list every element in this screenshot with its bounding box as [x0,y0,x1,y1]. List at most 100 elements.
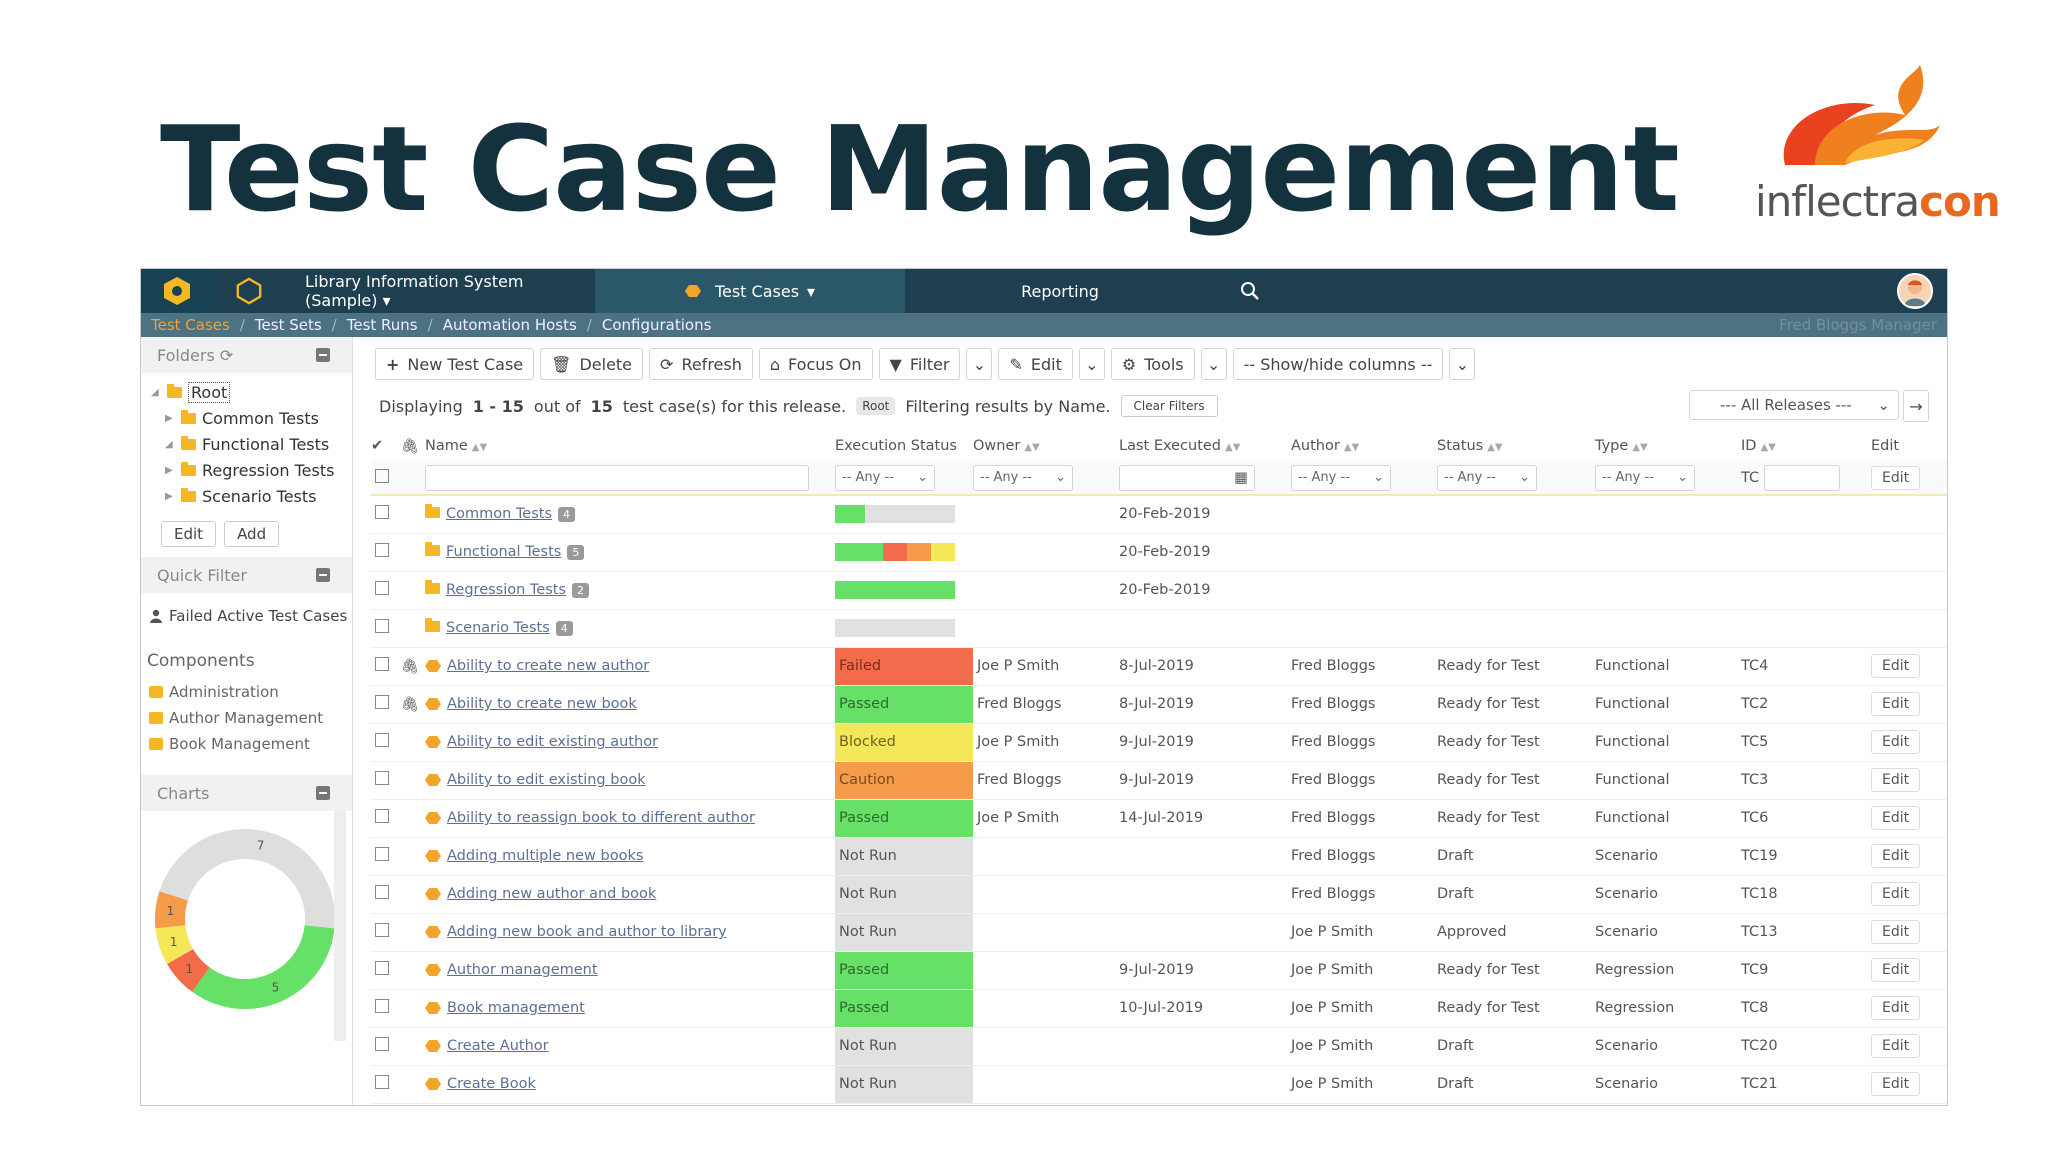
subnav-test-sets[interactable]: Test Sets [255,316,322,334]
sort-icon[interactable]: ▲▼ [1760,442,1775,453]
row-edit-button[interactable]: Edit [1871,692,1921,716]
test-case-link[interactable]: Ability to create new author [447,658,649,674]
last-executed-filter[interactable]: ▦ [1119,464,1255,491]
subnav-test-runs[interactable]: Test Runs [347,316,418,334]
col-exec-status[interactable]: Execution Status [835,431,973,461]
filter-dropdown-button[interactable]: ⌄ [966,348,993,380]
folder-row-link[interactable]: Common Tests [446,506,552,522]
collapse-charts-icon[interactable] [316,786,330,800]
folder-row[interactable]: Regression Tests 2 20-Feb-2019 [371,571,1947,610]
edit-folder-button[interactable]: Edit [161,521,217,547]
calendar-icon[interactable]: ▦ [1234,470,1248,486]
delete-button[interactable]: 🗑 Delete [540,348,644,380]
test-case-link[interactable]: Author management [447,962,598,978]
sort-icon[interactable]: ▲▼ [1344,442,1359,453]
row-checkbox[interactable] [375,809,389,823]
table-row[interactable]: Author management Passed 9-Jul-2019 Joe P S… [371,951,1947,990]
project-selector[interactable]: Library Information System (Sample) ▾ [285,272,595,310]
col-type[interactable]: Type ▲▼ [1595,431,1741,461]
row-checkbox[interactable] [375,1037,389,1051]
table-row[interactable]: Book management Passed 10-Jul-2019 Joe P Sm… [371,989,1947,1028]
filter-button[interactable]: ▼ Filter [878,348,961,380]
collapse-quick-filter-icon[interactable] [316,568,330,582]
add-folder-button[interactable]: Add [224,521,280,547]
new-test-case-button[interactable]: + New Test Case [375,348,535,380]
tools-button[interactable]: ⚙ Tools [1110,348,1195,380]
test-case-link[interactable]: Adding new book and author to library [447,924,727,940]
row-checkbox[interactable] [375,543,389,557]
test-case-link[interactable]: Ability to create new book [447,696,637,712]
saved-filter-item[interactable]: Failed Active Test Cases [141,593,352,625]
row-edit-button[interactable]: Edit [1871,654,1921,678]
donut-slice[interactable] [192,924,335,1009]
sort-icon[interactable]: ▲▼ [472,442,487,453]
folder-row[interactable]: Scenario Tests 4 [371,609,1947,648]
expand-arrow-icon[interactable]: ▶ [165,491,175,502]
table-row[interactable]: Ability to edit existing book Caution Fred… [371,761,1947,800]
subnav-configurations[interactable]: Configurations [602,316,712,334]
id-filter-input[interactable] [1763,464,1840,491]
row-edit-button[interactable]: Edit [1871,730,1921,754]
test-case-link[interactable]: Ability to reassign book to different au… [447,810,755,826]
tree-folder[interactable]: ▶ Regression Tests [151,457,352,483]
col-last-executed[interactable]: Last Executed ▲▼ [1119,431,1291,461]
row-checkbox[interactable] [375,695,389,709]
collapse-folders-icon[interactable] [316,348,330,362]
test-case-link[interactable]: Create Book [447,1076,536,1092]
test-case-link[interactable]: Create Author [447,1038,549,1054]
folder-row[interactable]: Functional Tests 5 20-Feb-2019 [371,533,1947,572]
test-case-link[interactable]: Ability to edit existing author [447,734,658,750]
current-user[interactable]: Fred Bloggs Manager [1779,316,1937,334]
search-icon[interactable] [1215,281,1285,301]
table-row[interactable]: 🖇 Ability to create new book Passed Fred Bl… [371,685,1947,724]
test-case-link[interactable]: Adding new author and book [447,886,656,902]
row-edit-button[interactable]: Edit [1871,1072,1921,1096]
row-checkbox[interactable] [375,999,389,1013]
row-edit-button[interactable]: Edit [1871,996,1921,1020]
col-name[interactable]: Name ▲▼ [425,431,835,461]
row-checkbox[interactable] [375,619,389,633]
spira-logo-icon[interactable] [141,269,213,313]
columns-dropdown-button[interactable]: ⌄ [1449,348,1476,380]
refresh-button[interactable]: ⟳ Refresh [649,348,753,380]
tree-folder[interactable]: ▶ Scenario Tests [151,483,352,509]
row-checkbox[interactable] [375,923,389,937]
row-checkbox[interactable] [375,581,389,595]
chart-scrollbar[interactable] [334,811,346,1041]
go-arrow-button[interactable]: → [1903,390,1929,422]
table-row[interactable]: Ability to edit existing author Blocked Jo… [371,723,1947,762]
row-edit-button[interactable]: Edit [1871,958,1921,982]
author-filter[interactable]: -- Any -- ⌄ [1291,464,1391,491]
focus-on-button[interactable]: ⌂ Focus On [758,348,873,380]
type-filter[interactable]: -- Any -- ⌄ [1595,464,1695,491]
sort-icon[interactable]: ▲▼ [1024,442,1039,453]
row-edit-button[interactable]: Edit [1871,920,1921,944]
status-filter[interactable]: -- Any -- ⌄ [1437,464,1537,491]
row-checkbox[interactable] [375,1075,389,1089]
tree-folder[interactable]: ▶ Common Tests [151,405,352,431]
refresh-icon[interactable]: ⟳ [220,346,233,365]
col-status[interactable]: Status ▲▼ [1437,431,1595,461]
attachment-icon[interactable]: 🖇 [401,659,419,675]
test-case-link[interactable]: Ability to edit existing book [447,772,646,788]
row-checkbox[interactable] [375,505,389,520]
row-edit-button[interactable]: Edit [1871,1034,1921,1058]
row-edit-button[interactable]: Edit [1871,882,1921,906]
show-hide-columns-select[interactable]: -- Show/hide columns -- [1232,348,1444,380]
folder-row-link[interactable]: Functional Tests [446,544,561,560]
folder-row-link[interactable]: Scenario Tests [446,620,550,636]
tree-folder[interactable]: ◢ Functional Tests [151,431,352,457]
subnav-automation-hosts[interactable]: Automation Hosts [443,316,577,334]
folder-row[interactable]: Common Tests 4 20-Feb-2019 [371,495,1947,534]
exec-status-filter[interactable]: -- Any -- ⌄ [835,464,935,491]
tab-reporting[interactable]: Reporting [905,282,1215,301]
row-edit-button[interactable]: Edit [1871,806,1921,830]
row-edit-button[interactable]: Edit [1871,844,1921,868]
owner-filter[interactable]: -- Any -- ⌄ [973,464,1073,491]
test-case-link[interactable]: Adding multiple new books [447,848,643,864]
component-item[interactable]: Administration [141,679,352,705]
row-edit-button[interactable]: Edit [1871,768,1921,792]
col-id[interactable]: ID ▲▼ [1741,431,1871,461]
edit-dropdown-button[interactable]: ⌄ [1078,348,1105,380]
tab-test-cases[interactable]: Test Cases ▾ [595,269,905,313]
